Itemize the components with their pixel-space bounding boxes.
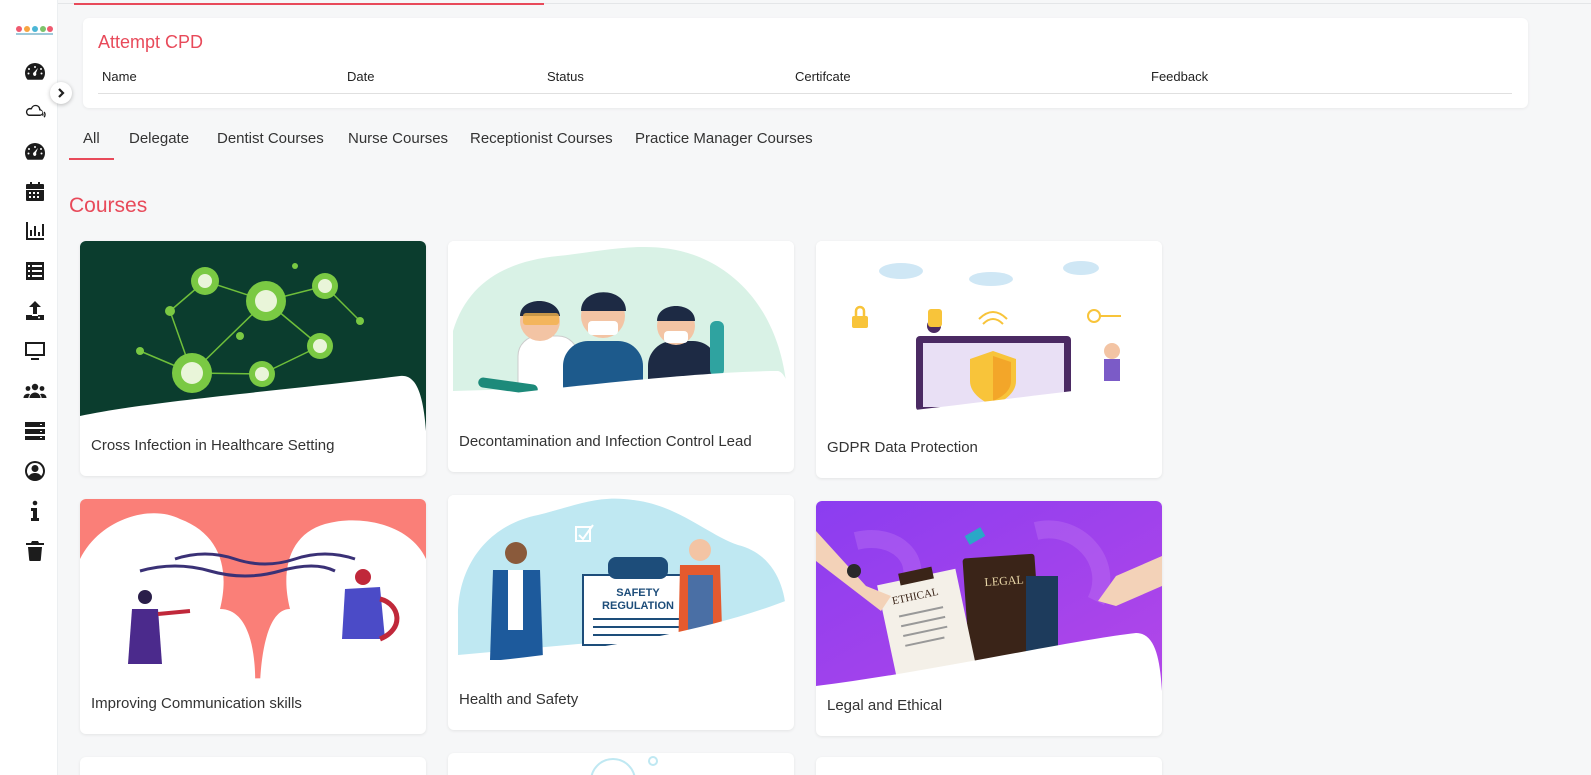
- cpd-header-divider: [98, 93, 1512, 94]
- monitor-icon[interactable]: [22, 338, 48, 364]
- course-card-communication[interactable]: Improving Communication skills: [80, 499, 426, 734]
- cpd-title: Attempt CPD: [98, 32, 204, 52]
- course-title: Improving Communication skills: [91, 695, 302, 712]
- course-title: Legal and Ethical: [827, 697, 943, 714]
- course-card-partial[interactable]: [80, 757, 426, 775]
- logo-dot: [16, 26, 22, 32]
- sidebar-collapse-button[interactable]: [50, 82, 72, 104]
- tab-delegate[interactable]: Delegate: [129, 128, 189, 160]
- course-card-legal-ethical[interactable]: LEGAL ETHICAL Legal and Ethical: [816, 501, 1162, 736]
- server-icon[interactable]: [22, 418, 48, 444]
- cloud-broadcast-icon[interactable]: [22, 99, 48, 125]
- main-content: Attempt CPD Name Date Status Certifcate …: [58, 0, 1591, 775]
- logo-tagline: [16, 33, 53, 35]
- course-illustration: [80, 499, 426, 689]
- cpd-column-date: Date: [347, 69, 375, 84]
- attempt-cpd-panel: Attempt CPD Name Date Status Certifcate …: [83, 18, 1528, 108]
- course-card-health-safety[interactable]: SAFETY REGULATION Health and Safety: [448, 495, 794, 730]
- safety-sign-line-2: REGULATION: [602, 600, 674, 612]
- course-title: Health and Safety: [459, 691, 579, 708]
- safety-sign-line-1: SAFETY: [616, 587, 660, 599]
- chevron-right-icon: [58, 88, 65, 98]
- course-illustration: [590, 756, 658, 775]
- dashboard-icon[interactable]: [22, 139, 48, 165]
- logo-dot: [47, 26, 53, 32]
- users-icon[interactable]: [22, 378, 48, 404]
- course-card-gdpr[interactable]: GDPR Data Protection: [816, 241, 1162, 478]
- calendar-icon[interactable]: [22, 179, 48, 205]
- cpd-column-status: Status: [547, 69, 584, 84]
- cpd-column-certificate: Certifcate: [795, 69, 851, 84]
- tab-nurse-courses[interactable]: Nurse Courses: [348, 128, 448, 160]
- list-icon[interactable]: [22, 258, 48, 284]
- upload-icon[interactable]: [22, 298, 48, 324]
- course-card-partial[interactable]: [448, 753, 794, 775]
- course-illustration: [448, 241, 794, 431]
- course-card-decontamination[interactable]: Decontamination and Infection Control Le…: [448, 241, 794, 472]
- loading-progress-bar: [74, 3, 544, 5]
- course-illustration: LEGAL ETHICAL: [816, 501, 1162, 691]
- dashboard-icon[interactable]: [22, 59, 48, 85]
- course-title: Decontamination and Infection Control Le…: [459, 433, 752, 450]
- trash-icon[interactable]: [22, 538, 48, 564]
- course-illustration: [80, 241, 426, 431]
- course-card-cross-infection[interactable]: Cross Infection in Healthcare Setting: [80, 241, 426, 476]
- logo-dot: [32, 26, 38, 32]
- bar-chart-icon[interactable]: [22, 218, 48, 244]
- sidebar: [0, 0, 72, 775]
- cpd-column-feedback: Feedback: [1151, 69, 1209, 84]
- app-logo[interactable]: [16, 26, 53, 36]
- course-illustration: [816, 241, 1162, 431]
- info-icon[interactable]: [22, 498, 48, 524]
- tab-practice-manager-courses[interactable]: Practice Manager Courses: [635, 128, 813, 160]
- course-title: Cross Infection in Healthcare Setting: [91, 437, 335, 454]
- legal-book-title: LEGAL: [984, 572, 1024, 589]
- courses-heading: Courses: [69, 194, 148, 217]
- tab-all[interactable]: All: [69, 128, 114, 160]
- user-circle-icon[interactable]: [22, 458, 48, 484]
- course-card-partial[interactable]: [816, 757, 1162, 775]
- tab-receptionist-courses[interactable]: Receptionist Courses: [470, 128, 613, 160]
- logo-dot: [24, 26, 30, 32]
- course-illustration: SAFETY REGULATION: [448, 495, 794, 685]
- cpd-column-name: Name: [102, 69, 137, 84]
- logo-dot: [40, 26, 46, 32]
- course-title: GDPR Data Protection: [827, 439, 978, 456]
- tab-dentist-courses[interactable]: Dentist Courses: [217, 128, 324, 160]
